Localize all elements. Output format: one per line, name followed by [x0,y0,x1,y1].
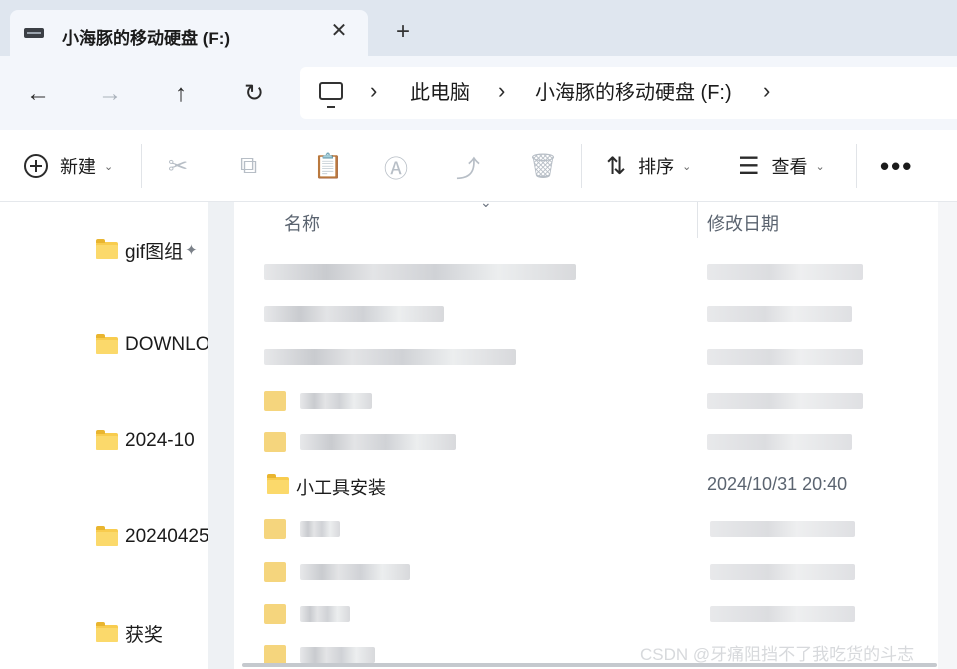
sort-icon: ⇅ [606,152,627,180]
folder-icon [96,429,118,450]
list-item[interactable] [264,299,904,329]
copy-icon: ⧉ [240,152,258,179]
view-label: 查看 [771,157,808,177]
chevron-down-icon: ⌄ [104,160,114,173]
sort-button[interactable]: ⇅ 排序 ⌄ [606,130,691,202]
rename-button[interactable]: Ⓐ [384,130,408,202]
more-icon: ••• [880,150,914,181]
sidebar-item-awards[interactable]: 获奖 [96,620,163,646]
this-pc-icon[interactable] [319,82,343,108]
copy-button[interactable]: ⧉ [240,130,257,202]
paste-button[interactable]: 📋 [313,130,343,202]
forward-button[interactable]: → [94,78,126,110]
watermark: CSDN @牙痛阻挡不了我吃货的斗志 [640,645,915,664]
pane-splitter[interactable] [208,202,234,669]
column-header-name[interactable]: 名称 [284,210,320,236]
breadcrumb-chevron-icon[interactable]: › [498,79,505,103]
list-item[interactable] [264,599,904,629]
rename-icon: Ⓐ [384,155,408,183]
folder-icon [96,238,118,259]
address-bar[interactable]: › 此电脑 › 小海豚的移动硬盘 (F:) › [300,67,957,119]
toolbar-divider [581,144,582,188]
cut-icon: ✂ [168,152,189,180]
list-item[interactable] [264,257,904,287]
sidebar-item-label: 2024-10 [125,430,195,451]
sidebar-item-label: 获奖 [125,624,164,646]
more-options-button[interactable]: ••• [880,130,913,202]
sort-label: 排序 [638,157,675,177]
refresh-button[interactable]: ↻ [238,78,270,110]
toolbar-divider [141,144,142,188]
command-bar: 新建 ⌄ ✂ ⧉ 📋 Ⓐ ⤴ 🗑 ⇅ 排序 ⌄ ☰ 查看 ⌄ ••• [0,130,957,202]
list-item[interactable] [264,557,904,587]
chevron-down-icon: ⌄ [815,160,825,173]
cut-button[interactable]: ✂ [168,130,188,202]
file-list: ⌄ 名称 修改日期 小工具安装 2024/10/31 20:40 [234,194,938,669]
share-icon: ⤴ [456,155,480,183]
sidebar-item-label: gif图组 [125,241,184,263]
paste-icon: 📋 [313,152,343,180]
column-header-date[interactable]: 修改日期 [707,210,779,236]
breadcrumb-this-pc[interactable]: 此电脑 [410,81,470,105]
tab-drive-f[interactable]: 小海豚的移动硬盘 (F:) ✕ [10,10,368,56]
breadcrumb-drive-f[interactable]: 小海豚的移动硬盘 (F:) [535,81,732,105]
folder-icon [96,621,118,642]
share-button[interactable]: ⤴ [456,130,480,202]
sidebar-item-label: DOWNLO [125,334,208,355]
file-modified-date: 2024/10/31 20:40 [707,474,848,494]
list-item[interactable] [264,342,904,372]
list-item[interactable] [264,386,904,416]
chevron-down-icon: ⌄ [682,160,692,173]
breadcrumb-chevron-icon[interactable]: › [370,79,377,103]
sidebar-item-downloads[interactable]: DOWNLO [96,332,208,358]
tab-title: 小海豚的移动硬盘 (F:) [62,29,231,48]
delete-button[interactable]: 🗑 [528,130,558,202]
drive-icon [24,28,44,38]
new-button[interactable]: 新建 ⌄ [24,130,113,202]
list-item[interactable] [264,514,904,544]
new-plus-icon [24,154,48,178]
delete-icon: 🗑 [528,152,559,180]
sidebar-item-20240425[interactable]: 20240425 [96,524,208,550]
view-button[interactable]: ☰ 查看 ⌄ [738,130,825,202]
sidebar-item-label: 20240425 [125,526,208,547]
list-item[interactable] [264,427,904,457]
sidebar-item-2024-10[interactable]: 2024-10 [96,428,195,454]
pin-icon: ✦ [185,242,198,259]
column-divider[interactable] [697,202,698,238]
navigation-pane: gif图组 ✦ DOWNLO 2024-10 20240425 获奖 [0,202,208,669]
toolbar-divider [856,144,857,188]
tab-strip: 小海豚的移动硬盘 (F:) ✕ + [0,0,957,56]
back-button[interactable]: ← [22,78,54,110]
folder-icon [267,474,289,494]
new-label: 新建 [60,157,96,177]
file-name: 小工具安装 [296,478,386,498]
folder-icon [96,333,118,354]
folder-icon [96,525,118,546]
vertical-scrollbar[interactable] [938,202,957,669]
list-item[interactable]: 小工具安装 2024/10/31 20:40 [264,470,904,500]
sidebar-item-gif[interactable]: gif图组 ✦ [96,237,198,263]
breadcrumb-chevron-icon[interactable]: › [763,79,770,103]
new-tab-button[interactable]: + [391,20,415,44]
view-icon: ☰ [738,152,760,180]
sort-caret-icon: ⌄ [480,194,492,210]
up-button[interactable]: ↑ [165,78,197,110]
close-tab-button[interactable]: ✕ [328,20,350,42]
navigation-bar: ← → ↑ ↻ › 此电脑 › 小海豚的移动硬盘 (F:) › [0,56,957,130]
